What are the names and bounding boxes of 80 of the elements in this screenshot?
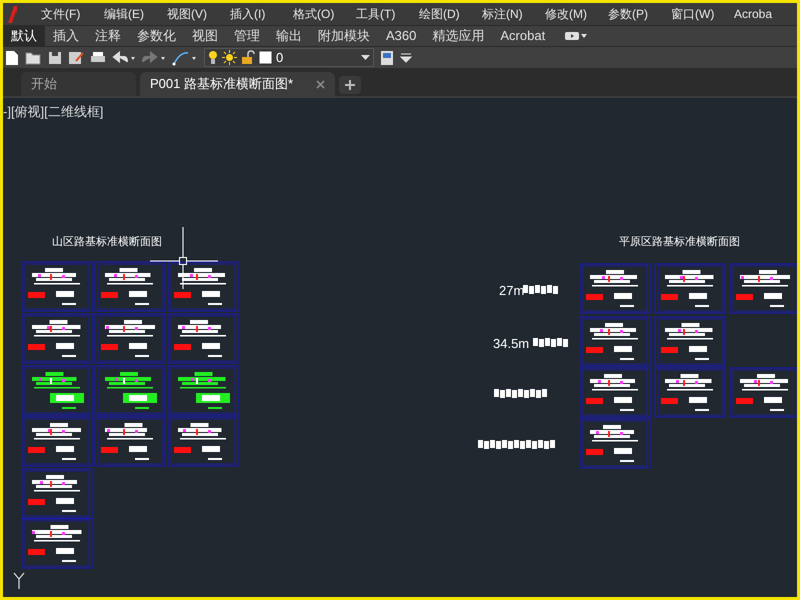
drawing-sheet: [21, 261, 93, 312]
drawing-sheet: [167, 313, 239, 364]
color-swatch-icon: [259, 51, 272, 64]
customize-arrow-icon[interactable]: [400, 52, 412, 62]
sun-icon: [222, 50, 237, 65]
ribbon-tab[interactable]: Acrobat: [492, 26, 554, 46]
drawing-sheet: [654, 316, 726, 367]
drawing-sheet: [654, 367, 726, 418]
layer-name: 0: [276, 48, 284, 67]
drawing-sheet: [579, 418, 651, 469]
drawing-sheet: [579, 263, 651, 314]
drawing-sheet: [167, 365, 239, 416]
drawing-sheet: [729, 367, 797, 418]
video-icon: [565, 31, 580, 41]
ribbon-tab[interactable]: 注释: [87, 26, 129, 46]
menu-item[interactable]: Acroba: [734, 5, 797, 23]
drawing-sheet: [729, 263, 797, 314]
drawing-sheet: [579, 316, 651, 367]
ribbon-tab[interactable]: 精选应用: [424, 26, 492, 46]
drawing-sheet: [94, 416, 166, 467]
undo-icon[interactable]: [112, 50, 136, 64]
drawing-sheet: [21, 313, 93, 364]
drawing-sheet: [94, 261, 166, 312]
layer-dropdown[interactable]: 0: [204, 48, 374, 67]
menu-item[interactable]: 修改(M): [545, 5, 608, 23]
new-file-icon[interactable]: [5, 50, 19, 66]
drawing-sheet: [21, 468, 93, 519]
ribbon-tab[interactable]: A360: [378, 26, 424, 46]
open-folder-icon[interactable]: [25, 50, 42, 64]
plus-icon: [345, 80, 355, 90]
ribbon-tab[interactable]: 插入: [45, 26, 87, 46]
menu-item[interactable]: 窗口(W): [671, 5, 734, 23]
menu-item[interactable]: 编辑(E): [104, 5, 167, 23]
ribbon-tab[interactable]: 附加模块: [310, 26, 378, 46]
ribbon-tab[interactable]: 默认: [3, 26, 45, 46]
video-dropdown-button[interactable]: [565, 31, 588, 41]
drawing-sheet: [94, 365, 166, 416]
save-icon[interactable]: [48, 50, 62, 64]
row-label: 27m: [499, 283, 524, 298]
viewport-controls-label[interactable]: -][俯视][二维线框]: [3, 102, 104, 122]
drawing-sheet: [579, 367, 651, 418]
drawing-sheet: [21, 416, 93, 467]
drawing-sheet: [21, 365, 93, 416]
polyline-icon[interactable]: [172, 50, 198, 66]
close-icon[interactable]: [316, 80, 325, 88]
unlock-icon: [241, 50, 255, 65]
ribbon-tab[interactable]: 参数化: [129, 26, 184, 46]
ribbon-tab[interactable]: 视图: [184, 26, 226, 46]
ribbon-tab[interactable]: 输出: [268, 26, 310, 46]
illegible-label-drawing: [533, 338, 568, 347]
drawing-sheet: [167, 261, 239, 312]
drawing-title: 平原区路基标准横断面图: [619, 235, 740, 248]
ribbon-tab[interactable]: 管理: [226, 26, 268, 46]
illegible-label-drawing: [523, 285, 558, 294]
caret-icon: [581, 34, 588, 38]
drawing-sheet: [654, 263, 726, 314]
drawing-sheet: [167, 416, 239, 467]
drawing-sheet: [94, 313, 166, 364]
menu-item[interactable]: 绘图(D): [419, 5, 482, 23]
lightbulb-icon: [208, 50, 218, 65]
menu-item[interactable]: 标注(N): [482, 5, 545, 23]
print-icon[interactable]: [90, 50, 106, 64]
menu-item[interactable]: 文件(F): [41, 5, 104, 23]
new-tab-button[interactable]: [339, 76, 361, 94]
save-as-icon[interactable]: [68, 50, 84, 64]
drawing-title: 山区路基标准横断面图: [52, 235, 162, 248]
layer-properties-icon[interactable]: [380, 50, 394, 66]
dropdown-arrow-icon: [361, 55, 370, 60]
menu-item[interactable]: 格式(O): [293, 5, 356, 23]
document-tab[interactable]: P001 路基标准横断面图*: [140, 72, 335, 96]
crosshair-cursor: [150, 226, 218, 290]
ucs-icon: [13, 572, 25, 590]
menu-item[interactable]: 视图(V): [167, 5, 230, 23]
menu-item[interactable]: 工具(T): [356, 5, 419, 23]
row-label: 34.5m: [493, 336, 530, 351]
drawing-sheet: [21, 518, 93, 569]
illegible-label-drawing: [494, 389, 547, 398]
menu-item[interactable]: 参数(P): [608, 5, 671, 23]
menu-item[interactable]: 插入(I): [230, 5, 293, 23]
document-tab[interactable]: 开始: [21, 72, 136, 96]
